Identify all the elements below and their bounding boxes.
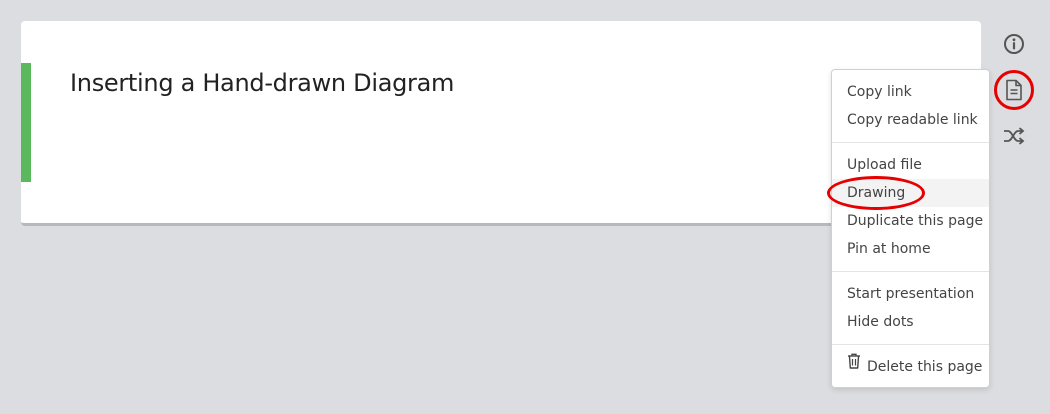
menu-divider bbox=[832, 271, 989, 272]
shuffle-icon[interactable] bbox=[1002, 124, 1026, 148]
menu-item-duplicate-page[interactable]: Duplicate this page bbox=[832, 207, 989, 235]
menu-item-upload-file[interactable]: Upload file bbox=[832, 151, 989, 179]
menu-item-start-presentation[interactable]: Start presentation bbox=[832, 280, 989, 308]
menu-item-pin-home[interactable]: Pin at home bbox=[832, 235, 989, 263]
menu-divider bbox=[832, 142, 989, 143]
menu-item-drawing[interactable]: Drawing bbox=[832, 179, 989, 207]
page-actions-menu: Copy link Copy readable link Upload file… bbox=[831, 69, 990, 388]
menu-item-delete-page[interactable]: Delete this page bbox=[832, 353, 989, 381]
page-accent-bar bbox=[21, 63, 31, 182]
menu-item-copy-readable-link[interactable]: Copy readable link bbox=[832, 106, 989, 134]
menu-item-copy-link[interactable]: Copy link bbox=[832, 78, 989, 106]
trash-icon bbox=[847, 351, 861, 379]
info-icon[interactable] bbox=[1002, 32, 1026, 56]
menu-item-delete-label: Delete this page bbox=[867, 359, 983, 375]
menu-item-hide-dots[interactable]: Hide dots bbox=[832, 308, 989, 336]
page-icon[interactable] bbox=[1002, 78, 1026, 102]
menu-divider bbox=[832, 344, 989, 345]
page-title[interactable]: Inserting a Hand-drawn Diagram bbox=[70, 69, 454, 97]
